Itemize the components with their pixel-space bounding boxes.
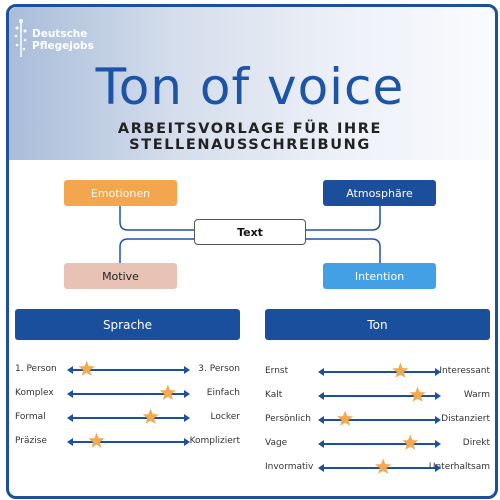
- scale-star-marker[interactable]: [142, 408, 159, 424]
- scale-star-marker[interactable]: [159, 384, 176, 400]
- scales-graphic: [67, 360, 441, 474]
- scale-star-marker[interactable]: [409, 386, 426, 402]
- scale-star-marker[interactable]: [402, 434, 419, 450]
- scale-star-marker[interactable]: [88, 432, 105, 448]
- scale-star-marker[interactable]: [78, 360, 95, 376]
- scale-star-marker[interactable]: [337, 410, 354, 426]
- scale-star-marker[interactable]: [375, 458, 392, 474]
- scale-star-marker[interactable]: [392, 362, 409, 378]
